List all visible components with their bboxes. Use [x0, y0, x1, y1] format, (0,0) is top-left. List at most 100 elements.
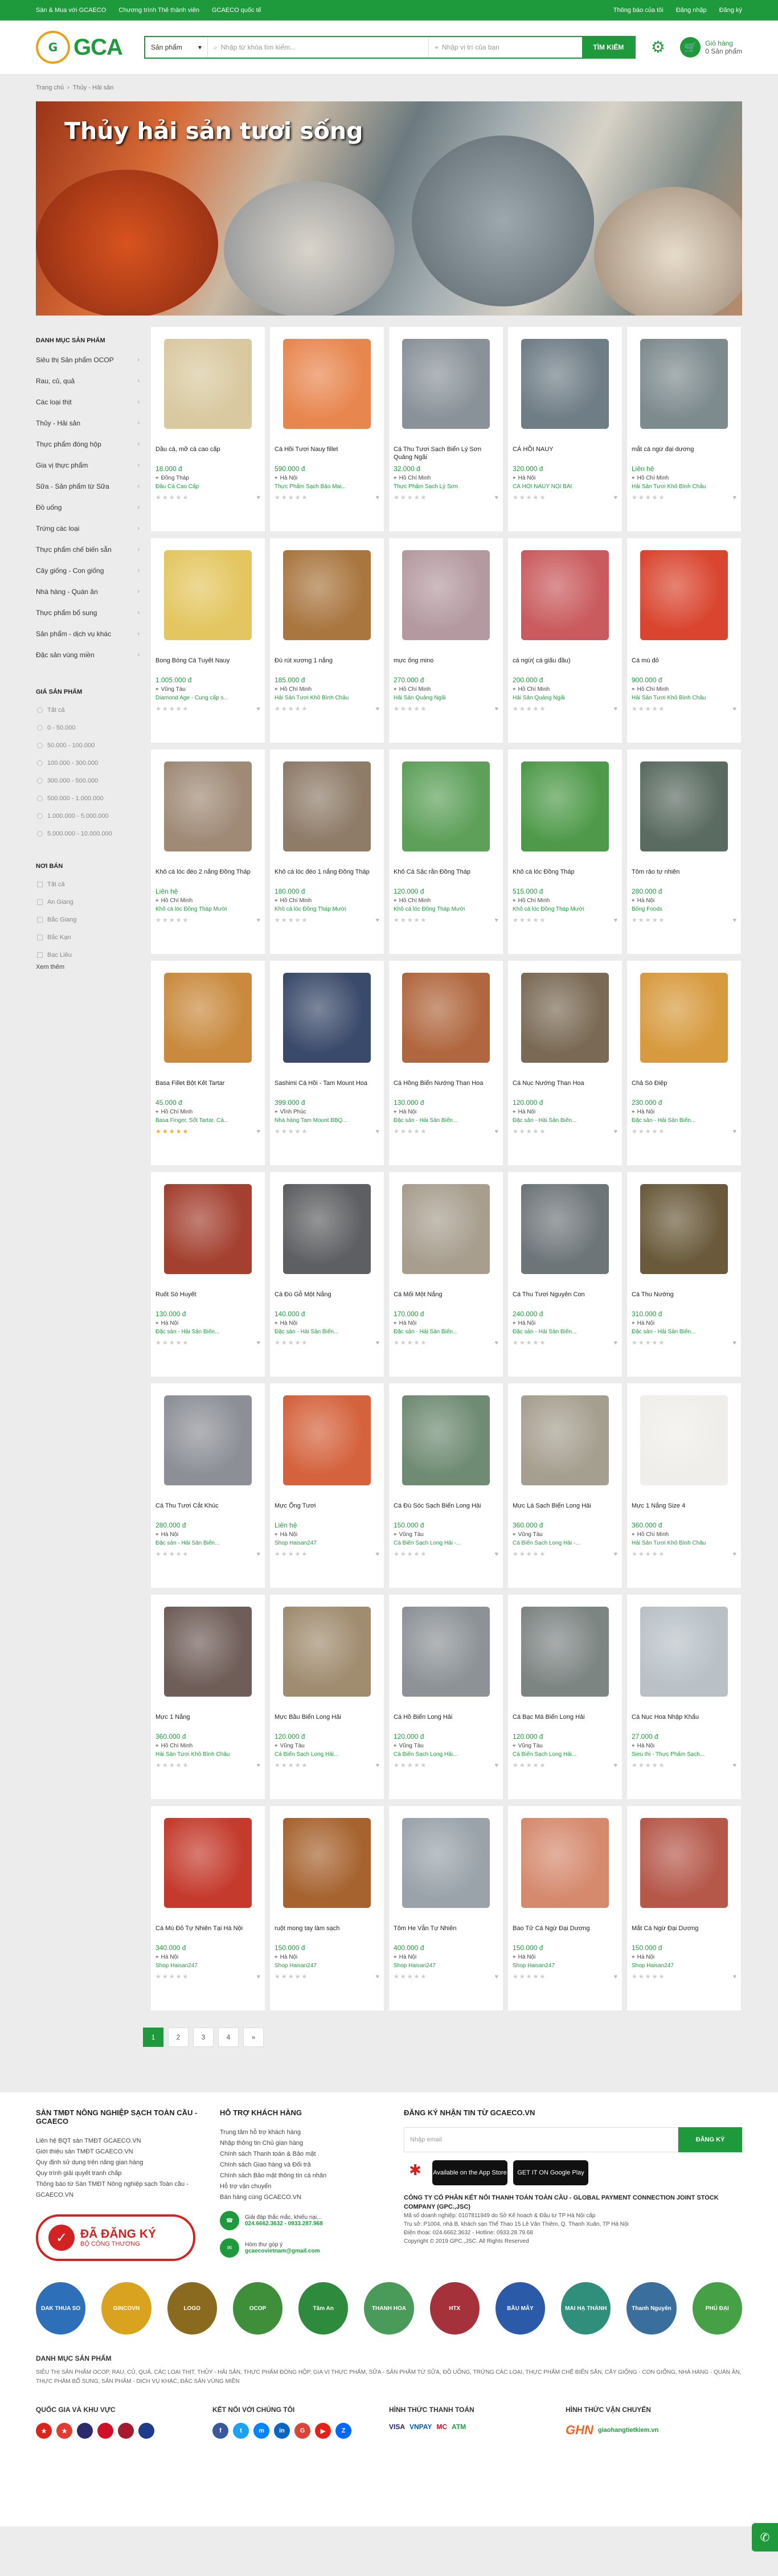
product-shop[interactable]: Khô cá lóc Đồng Tháp Mười — [513, 906, 617, 912]
product-name[interactable]: Cá Thu Nướng — [632, 1291, 736, 1307]
heart-icon[interactable]: ♥ — [375, 1973, 379, 1980]
product-image[interactable] — [275, 965, 379, 1070]
place-filter-option[interactable]: Bạc Liêu — [36, 946, 140, 964]
heart-icon[interactable]: ♥ — [494, 1973, 498, 1980]
partner-logo[interactable]: Tâm An — [298, 2282, 349, 2335]
product-name[interactable]: Cá Bạc Má Biển Long Hải — [513, 1713, 617, 1729]
product-shop[interactable]: Hải Sản Tươi Khô Bình Châu — [155, 1751, 260, 1758]
heart-icon[interactable]: ♥ — [613, 1340, 617, 1346]
radio-icon[interactable] — [37, 813, 43, 819]
radio-icon[interactable] — [37, 760, 43, 766]
sidebar-category-item[interactable]: Cây giống - Con giống › — [36, 560, 140, 581]
heart-icon[interactable]: ♥ — [613, 494, 617, 501]
product-shop[interactable]: Shop Haisan247 — [275, 1963, 379, 1969]
product-name[interactable]: Basa Fillet Bột Kết Tartar — [155, 1079, 260, 1095]
product-card[interactable]: Dầu cá, mỡ cá cao cấp 18.000 đ ⌖ Đồng Tháp Đ… — [151, 327, 265, 531]
product-shop[interactable]: Cá Biển Sạch Long Hải... — [394, 1751, 498, 1758]
product-name[interactable]: Mực 1 Nắng — [155, 1713, 260, 1729]
product-image[interactable] — [155, 1177, 260, 1281]
footer-link[interactable]: Chính sách Thanh toán & Bảo mật — [220, 2149, 404, 2160]
product-image[interactable] — [155, 331, 260, 436]
product-card[interactable]: Cá Hồng Biển Nướng Than Hoa 130.000 đ ⌖ Hà … — [389, 961, 503, 1165]
product-image[interactable] — [275, 331, 379, 436]
product-name[interactable]: Dầu cá, mỡ cá cao cấp — [155, 445, 260, 461]
product-shop[interactable]: Cá Biển Sạch Long Hải... — [513, 1751, 617, 1758]
product-image[interactable] — [513, 331, 617, 436]
flag-vn-icon[interactable]: ★ — [36, 2423, 52, 2439]
product-image[interactable] — [155, 965, 260, 1070]
product-name[interactable]: Đù rút xương 1 nắng — [275, 657, 379, 673]
sidebar-category-item[interactable]: Đặc sản vùng miền › — [36, 645, 140, 666]
product-image[interactable] — [632, 543, 736, 648]
product-name[interactable]: ruột mong tay làm sạch — [275, 1924, 379, 1940]
product-image[interactable] — [394, 543, 498, 648]
heart-icon[interactable]: ♥ — [494, 1762, 498, 1769]
product-shop[interactable]: Đặc sản - Hải Sản Biển... — [632, 1329, 736, 1335]
product-card[interactable]: Mực 1 Nắng 360.000 đ ⌖ Hồ Chí Minh Hải Sản T… — [151, 1595, 265, 1799]
partner-logo[interactable]: DAK THUA SO — [36, 2282, 86, 2335]
product-shop[interactable]: Cá Biển Sạch Long Hải -... — [394, 1540, 498, 1546]
product-card[interactable]: Mực Lá Sạch Biển Long Hải 360.000 đ ⌖ Vũng … — [508, 1383, 622, 1588]
product-shop[interactable]: Shop Haisan247 — [394, 1963, 498, 1969]
heart-icon[interactable]: ♥ — [375, 1762, 379, 1769]
product-name[interactable]: Cá Đù Sóc Sạch Biển Long Hải — [394, 1502, 498, 1518]
heart-icon[interactable]: ♥ — [494, 706, 498, 712]
product-image[interactable] — [394, 1388, 498, 1493]
heart-icon[interactable]: ♥ — [375, 917, 379, 924]
search-category-select[interactable]: Sản phẩm ▾ — [145, 37, 208, 58]
product-card[interactable]: Cá mú đỏ 900.000 đ ⌖ Hồ Chí Minh Hải Sản Tươ… — [627, 538, 741, 743]
product-image[interactable] — [155, 543, 260, 648]
product-shop[interactable]: CÁ HỒI NAUY NỘI BÀI — [513, 484, 617, 490]
heart-icon[interactable]: ♥ — [732, 1762, 736, 1769]
product-name[interactable]: Cá Đù Gỗ Một Nắng — [275, 1291, 379, 1307]
product-card[interactable]: Khô cá lóc đéo 1 nắng Đồng Tháp 180.000 đ… — [270, 750, 384, 954]
heart-icon[interactable]: ♥ — [494, 494, 498, 501]
sidebar-category-item[interactable]: Thủy - Hải sản › — [36, 413, 140, 434]
product-card[interactable]: Mực Bầu Biển Long Hải 120.000 đ ⌖ Vũng Tàu C… — [270, 1595, 384, 1799]
hotline-number[interactable]: 024.6662.3632 - 0933.287.968 — [245, 2221, 323, 2227]
product-shop[interactable]: Sieu thi - Thực Phẩm Sạch... — [632, 1751, 736, 1758]
checkbox-icon[interactable] — [37, 916, 43, 923]
checkbox-icon[interactable] — [37, 952, 43, 958]
radio-icon[interactable] — [37, 724, 43, 731]
product-image[interactable] — [513, 1388, 617, 1493]
product-card[interactable]: Cá Thu Tươi Cắt Khúc 280.000 đ ⌖ Hà Nội Đặc … — [151, 1383, 265, 1588]
page-button[interactable]: » — [243, 2028, 264, 2047]
product-card[interactable]: Cá Nục Nướng Than Hoa 120.000 đ ⌖ Hà Nội Đặc… — [508, 961, 622, 1165]
product-name[interactable]: Chả Sò Điệp — [632, 1079, 736, 1095]
footer-link[interactable]: Giới thiệu sàn TMĐT GCAECO.VN — [36, 2147, 220, 2157]
product-name[interactable]: mắt cá ngừ đại dương — [632, 445, 736, 461]
heart-icon[interactable]: ♥ — [375, 1128, 379, 1135]
product-name[interactable]: Ruốt Sò Huyết — [155, 1291, 260, 1307]
product-card[interactable]: Cá Hồi Tươi Nauy fillet 590.000 đ ⌖ Hà Nội T… — [270, 327, 384, 531]
gear-icon[interactable]: ⚙ — [648, 38, 668, 57]
email-address[interactable]: gcaecovietnam@gmail.com — [245, 2248, 320, 2254]
heart-icon[interactable]: ♥ — [375, 494, 379, 501]
product-card[interactable]: Khô cá lóc đéo 2 nắng Đồng Tháp Liên hệ ⌖ H… — [151, 750, 265, 954]
product-name[interactable]: Mực Bầu Biển Long Hải — [275, 1713, 379, 1729]
radio-icon[interactable] — [37, 707, 43, 713]
product-name[interactable]: Sashimi Cá Hồi - Tam Mount Hoa — [275, 1079, 379, 1095]
product-shop[interactable]: Đặc sản - Hải Sản Biển... — [394, 1117, 498, 1124]
page-button[interactable]: 2 — [168, 2028, 189, 2047]
price-filter-option[interactable]: 100.000 - 300.000 — [36, 754, 140, 772]
footer-link[interactable]: Nhập thông tin Chủ gian hàng — [220, 2138, 404, 2149]
footer-link[interactable]: Chính sách Giao hàng và Đổi trả — [220, 2160, 404, 2170]
radio-icon[interactable] — [37, 777, 43, 784]
product-name[interactable]: Cá Hồng Biển Nướng Than Hoa — [394, 1079, 498, 1095]
page-button[interactable]: 3 — [193, 2028, 214, 2047]
product-image[interactable] — [632, 1811, 736, 1915]
heart-icon[interactable]: ♥ — [732, 1551, 736, 1558]
register-link[interactable]: Đăng ký — [719, 7, 742, 14]
product-name[interactable]: Tôm rảo tự nhiên — [632, 868, 736, 884]
ministry-badge[interactable]: ✓ ĐÃ ĐĂNG KÝ BỘ CÔNG THƯƠNG — [36, 2214, 195, 2261]
product-image[interactable] — [155, 754, 260, 859]
product-image[interactable] — [632, 331, 736, 436]
price-filter-option[interactable]: 1.000.000 - 5.000.000 — [36, 807, 140, 825]
heart-icon[interactable]: ♥ — [732, 1973, 736, 1980]
product-card[interactable]: mực ống mino 270.000 đ ⌖ Hồ Chí Minh Hải Sản… — [389, 538, 503, 743]
notification-link[interactable]: Thông báo của tôi — [613, 7, 664, 14]
search-input[interactable]: ⌕ Nhập từ khóa tìm kiếm... — [208, 37, 428, 58]
product-name[interactable]: Khô Cá Sặc rằn Đồng Tháp — [394, 868, 498, 884]
heart-icon[interactable]: ♥ — [256, 1762, 260, 1769]
